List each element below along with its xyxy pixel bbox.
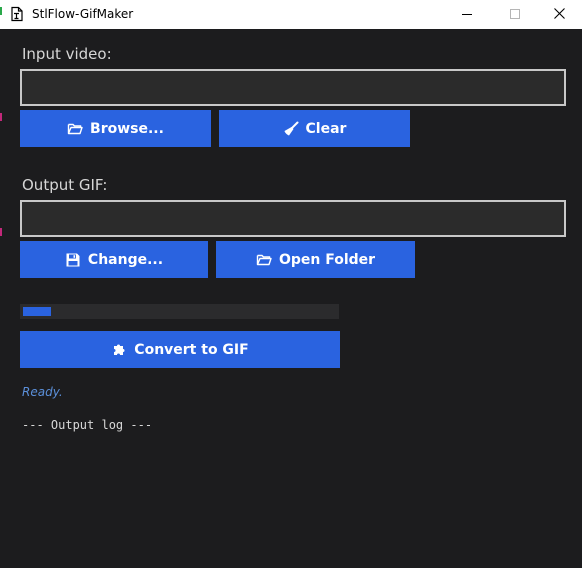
clear-label: Clear — [305, 120, 347, 137]
progress-bar — [20, 304, 339, 319]
convert-label: Convert to GIF — [134, 341, 249, 358]
main-panel: Input video: Browse... Clear Output GIF:… — [0, 7, 582, 568]
progress-fill — [23, 307, 51, 316]
folder-open-icon — [67, 121, 83, 137]
folder-open-icon — [256, 252, 272, 268]
app-document-icon — [9, 6, 25, 22]
minimize-button[interactable] — [444, 0, 490, 29]
floppy-disk-icon — [65, 252, 81, 268]
browse-button[interactable]: Browse... — [20, 110, 211, 147]
open-folder-button[interactable]: Open Folder — [216, 241, 415, 278]
change-button[interactable]: Change... — [20, 241, 208, 278]
edge-marker — [0, 113, 2, 121]
clear-button[interactable]: Clear — [219, 110, 410, 147]
close-icon — [553, 6, 565, 24]
convert-to-gif-button[interactable]: Convert to GIF — [20, 331, 340, 368]
close-button[interactable] — [536, 0, 582, 29]
output-gif-label: Output GIF: — [22, 176, 108, 194]
edge-marker — [0, 7, 2, 15]
maximize-icon — [510, 6, 520, 24]
browse-label: Browse... — [90, 120, 164, 137]
maximize-button[interactable] — [492, 0, 538, 29]
minimize-icon — [462, 6, 472, 24]
status-text: Ready. — [22, 385, 63, 399]
open-folder-label: Open Folder — [278, 251, 376, 268]
output-log: --- Output log --- — [22, 418, 153, 432]
edge-marker — [0, 228, 2, 236]
window-title: StlFlow-GifMaker — [32, 7, 134, 21]
input-video-label: Input video: — [22, 45, 112, 63]
input-video-field[interactable] — [20, 69, 566, 106]
output-gif-field[interactable] — [20, 200, 566, 237]
title-bar[interactable]: StlFlow-GifMaker — [0, 0, 582, 29]
change-label: Change... — [87, 251, 164, 268]
broom-icon — [283, 121, 299, 137]
puzzle-icon — [111, 342, 127, 358]
